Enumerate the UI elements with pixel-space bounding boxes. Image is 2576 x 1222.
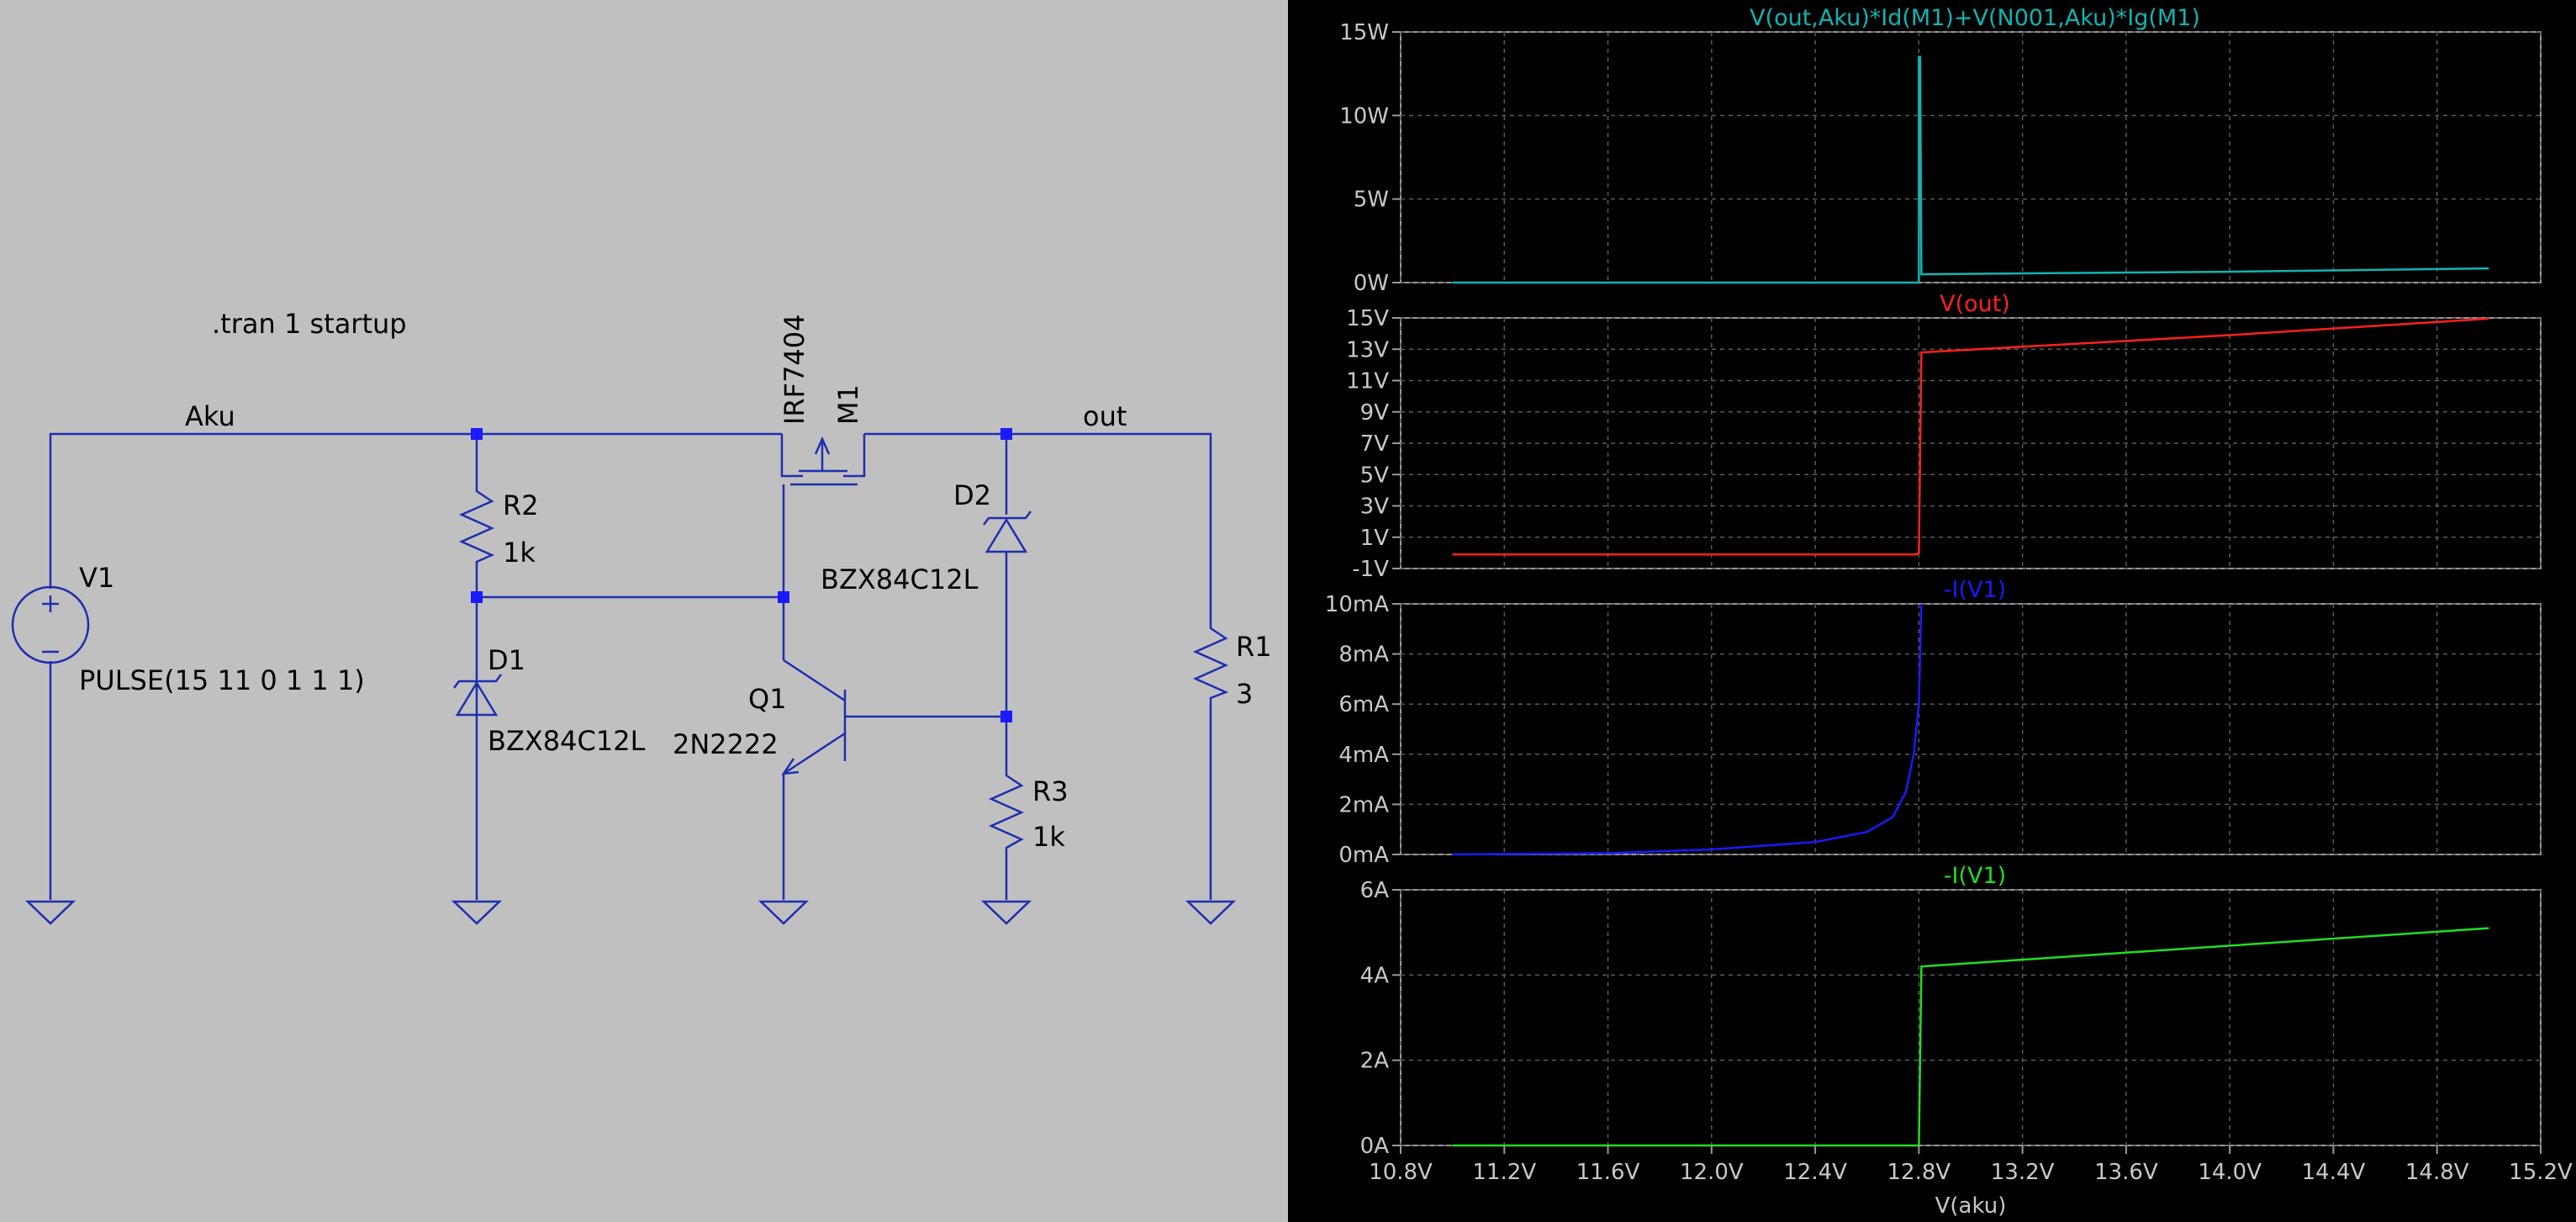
y-tick-label: 15V [1346, 306, 1389, 331]
d2-value: BZX84C12L [821, 563, 979, 595]
d2-zener-diode[interactable] [983, 510, 1032, 553]
y-tick-label: -1V [1352, 557, 1389, 582]
d1-zener-diode[interactable] [453, 674, 502, 717]
junction-node [471, 428, 483, 440]
plot-pane-3[interactable]: 10mA 8mA 6mA 4mA 2mA 0mA -I(V1) [1325, 577, 2542, 868]
x-tick-label: 14.4V [2302, 1160, 2366, 1185]
junction-node [778, 591, 789, 603]
x-tick-label: 10.8V [1369, 1160, 1433, 1185]
y-tick-label: 0A [1360, 1134, 1390, 1159]
plot-pane-2[interactable]: 15V 13V 11V 9V 7V 5V 3V 1V -1V V(out) [1346, 291, 2542, 582]
trace-title[interactable]: -I(V1) [1944, 577, 2006, 603]
ground-icon [1185, 900, 1237, 925]
x-tick-label: 14.8V [2405, 1160, 2469, 1185]
r2-name: R2 [503, 489, 539, 521]
y-tick-label: 13V [1346, 337, 1389, 362]
y-tick-label: 6mA [1338, 692, 1389, 717]
trace-title[interactable]: V(out) [1940, 291, 2010, 317]
plot-frame [1400, 603, 2542, 855]
v1-value: PULSE(15 11 0 1 1 1) [79, 664, 365, 696]
x-axis-label[interactable]: V(aku) [1935, 1193, 2007, 1219]
y-tick-label: 15W [1339, 20, 1389, 45]
x-tick-label: 11.6V [1576, 1160, 1640, 1185]
m1-name: M1 [832, 384, 864, 425]
plot-pane-4[interactable]: 6A 4A 2A 0A -I(V1) [1360, 863, 2542, 1159]
plot-frame [1400, 889, 2542, 1146]
junction-node [1000, 711, 1012, 722]
x-tick-label: 13.6V [2094, 1160, 2158, 1185]
r3-value: 1k [1032, 821, 1065, 853]
ground-icon [24, 900, 77, 925]
grounds [24, 900, 1237, 925]
q1-value: 2N2222 [673, 728, 779, 760]
y-tick-label: 0mA [1338, 843, 1389, 868]
m1-value: IRF7404 [779, 314, 810, 425]
x-tick-label: 12.8V [1887, 1160, 1951, 1185]
plot-frame [1400, 31, 2542, 283]
r1-name: R1 [1236, 631, 1272, 663]
m1-mosfet[interactable] [780, 434, 866, 486]
r2-value: 1k [503, 537, 536, 569]
y-tick-label: 4A [1360, 963, 1390, 988]
q1-name: Q1 [748, 683, 787, 715]
x-tick-label: 15.2V [2509, 1160, 2573, 1185]
junction-node [1000, 428, 1012, 440]
x-tick-label: 11.2V [1472, 1160, 1536, 1185]
q1-transistor[interactable] [781, 659, 847, 780]
wire-aku [49, 432, 782, 589]
trace-title[interactable]: -I(V1) [1944, 863, 2006, 889]
schematic-canvas[interactable]: .tran 1 startup Aku out V1 PULSE(15 11 0… [0, 0, 1288, 1222]
v1-voltage-source[interactable] [11, 585, 90, 664]
waveform-viewer[interactable]: 15W 10W 5W 0W V(out,Aku)*Id(M1)+V(N001,Aku)*… [1288, 0, 2576, 1222]
x-tick-label: 12.4V [1783, 1160, 1847, 1185]
x-tick-label: 14.0V [2198, 1160, 2262, 1185]
y-tick-label: 9V [1360, 400, 1390, 426]
y-tick-label: 6A [1360, 878, 1390, 903]
y-tick-label: 0W [1354, 271, 1389, 296]
y-tick-label: 4mA [1338, 743, 1389, 768]
net-label-out[interactable]: out [1083, 400, 1127, 432]
ground-icon [980, 900, 1032, 925]
d1-name: D1 [488, 644, 525, 676]
trace-title[interactable]: V(out,Aku)*Id(M1)+V(N001,Aku)*Ig(M1) [1750, 5, 2200, 31]
y-tick-label: 3V [1360, 495, 1390, 520]
ground-icon [757, 900, 810, 925]
x-axis: 10.8V 11.2V 11.6V 12.0V 12.4V 12.8V 13.2V 13.6V… [1369, 1145, 2573, 1219]
r2-resistor[interactable] [458, 481, 495, 572]
r3-resistor[interactable] [988, 765, 1025, 858]
y-tick-label: 11V [1346, 369, 1389, 394]
spice-directive[interactable]: .tran 1 startup [212, 308, 407, 340]
y-tick-label: 8mA [1338, 643, 1389, 668]
schematic-editor[interactable]: .tran 1 startup Aku out V1 PULSE(15 11 0… [0, 0, 1288, 1222]
y-tick-label: 10W [1339, 103, 1389, 129]
ground-icon [451, 900, 503, 925]
y-tick-label: 2A [1360, 1049, 1390, 1074]
net-label-aku[interactable]: Aku [185, 400, 235, 432]
r1-resistor[interactable] [1192, 618, 1229, 705]
y-tick-label: 10mA [1325, 592, 1389, 617]
y-tick-label: 1V [1360, 526, 1390, 551]
x-tick-label: 13.2V [1991, 1160, 2055, 1185]
junction-node [471, 591, 483, 603]
y-tick-label: 7V [1360, 431, 1390, 457]
v1-name: V1 [79, 562, 114, 594]
d1-value: BZX84C12L [488, 725, 646, 757]
r1-value: 3 [1236, 678, 1253, 710]
waveform-canvas[interactable]: 15W 10W 5W 0W V(out,Aku)*Id(M1)+V(N001,Aku)*… [1288, 0, 2576, 1222]
y-tick-label: 5W [1354, 188, 1389, 213]
y-tick-label: 5V [1360, 463, 1390, 488]
r3-name: R3 [1032, 775, 1069, 807]
y-tick-label: 2mA [1338, 792, 1389, 817]
trace-line[interactable] [1452, 603, 1923, 856]
d2-name: D2 [953, 479, 991, 511]
x-tick-label: 12.0V [1680, 1160, 1744, 1185]
plot-pane-1[interactable]: 15W 10W 5W 0W V(out,Aku)*Id(M1)+V(N001,Aku)*… [1339, 5, 2542, 296]
